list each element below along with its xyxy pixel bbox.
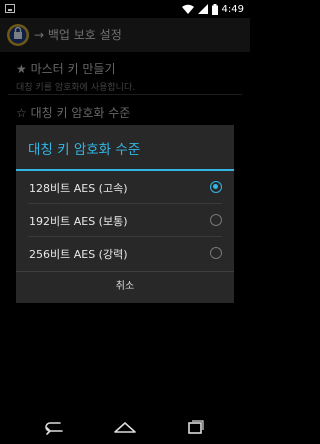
signal-icon — [197, 4, 208, 14]
encryption-level-dialog: 대칭 키 암호화 수준 128비트 AES (고속) 192비트 AES (보통… — [16, 125, 234, 303]
option-label: 192비트 AES (보통) — [29, 215, 128, 228]
status-bar: 4:49 — [0, 0, 250, 18]
option-label: 128비트 AES (고속) — [29, 182, 128, 195]
image-icon — [5, 4, 15, 13]
clock: 4:49 — [221, 3, 244, 15]
cancel-button[interactable]: 취소 — [16, 271, 234, 303]
navigation-bar — [0, 410, 250, 444]
radio-selected-icon[interactable] — [210, 181, 222, 193]
option-128bit-aes[interactable]: 128비트 AES (고속) — [16, 171, 234, 203]
option-192bit-aes[interactable]: 192비트 AES (보통) — [16, 204, 234, 236]
battery-icon — [211, 3, 218, 15]
option-label: 256비트 AES (강력) — [29, 248, 128, 261]
wifi-icon — [181, 4, 194, 14]
recents-icon[interactable] — [182, 417, 210, 437]
radio-unselected-icon[interactable] — [210, 247, 222, 259]
dialog-title: 대칭 키 암호화 수준 — [28, 142, 141, 158]
back-icon[interactable] — [40, 417, 68, 437]
option-256bit-aes[interactable]: 256비트 AES (강력) — [16, 237, 234, 269]
radio-unselected-icon[interactable] — [210, 214, 222, 226]
home-icon[interactable] — [111, 417, 139, 437]
